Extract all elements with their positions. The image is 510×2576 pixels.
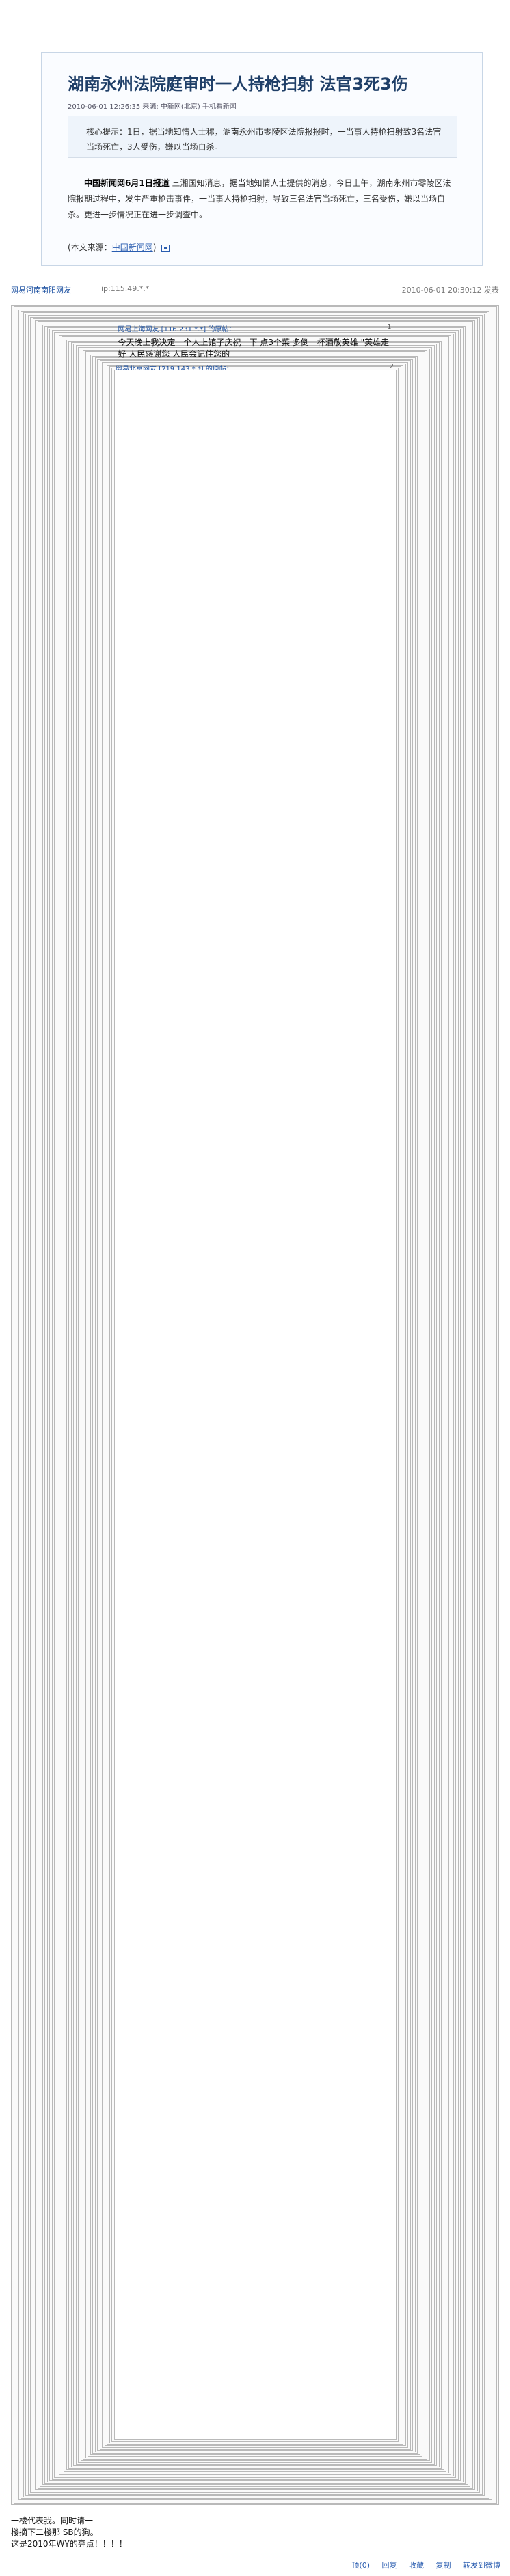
post-author-link[interactable]: 网易河南南阳网友 [11, 284, 71, 295]
article-meta: 2010-06-01 12:26:35 来源: 中新网(北京) 手机看新闻 [68, 103, 237, 111]
source-link[interactable]: 中国新闻网 [112, 243, 153, 252]
source-suffix: ) [152, 243, 157, 252]
quote-box: 网易上海网友 [116.231.*.*] 的原帖： 1 今天晚上我决定一个人上馆子庆… [113, 323, 397, 2441]
reply-text: 一楼代表我。同时请一 楼摘下二楼那 SB的狗。 这是2010年WY的亮点！！！！ [11, 2515, 284, 2550]
news-article: 湖南永州法院庭审时一人持枪扫射 法官3死3伤 2010-06-01 12:26:… [41, 52, 483, 266]
post-time: 2010-06-01 20:30:12 发表 [401, 286, 499, 295]
copy-button[interactable]: 复制 [436, 2561, 451, 2570]
reply-button[interactable]: 回复 [382, 2561, 397, 2570]
reply-content: 一楼代表我。同时请一 楼摘下二楼那 SB的狗。 这是2010年WY的亮点！！！！ [11, 2516, 127, 2549]
post-ip: ip:115.49.*.* [101, 284, 150, 293]
top-button[interactable]: 顶(0) [351, 2561, 370, 2570]
article-summary: 核心提示：1日，据当地知情人士称，湖南永州市零陵区法院报报时，一当事人持枪扫射致… [68, 116, 457, 158]
post-header: 网易河南南阳网友 ip:115.49.*.* 2010-06-01 20:30:… [11, 283, 499, 297]
quote-author[interactable]: 网易上海网友 [116.231.*.*] 的原帖： [118, 323, 236, 334]
post-actions: 顶(0) 回复 收藏 复制 转发到微博 [342, 2560, 500, 2571]
quote-text: 今天晚上我决定一个人上馆子庆祝一下 点3个菜 多倒一杯酒敬英雄 "英雄走好 人民… [118, 338, 390, 359]
article-body-lead: 中国新闻网6月1日报道 [84, 178, 170, 188]
source-prefix: (本文来源： [68, 243, 112, 252]
article-source: (本文来源：中国新闻网) [68, 241, 170, 253]
quote-floor-number: 1 [387, 323, 392, 331]
favorite-button[interactable]: 收藏 [409, 2561, 424, 2570]
article-body: 中国新闻网6月1日报道 三湘国知消息，据当地知情人士提供的消息，今日上午，湖南永… [68, 176, 457, 223]
send-weibo-button[interactable]: 转发到微博 [463, 2561, 500, 2570]
article-title: 湖南永州法院庭审时一人持枪扫射 法官3死3伤 [68, 74, 408, 94]
share-icon[interactable] [161, 244, 170, 252]
